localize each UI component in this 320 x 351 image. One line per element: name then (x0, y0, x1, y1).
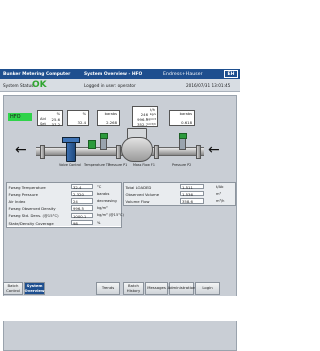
row-value: 996.5 (71, 205, 93, 211)
row-value: 358.6 (180, 198, 204, 204)
bottom-margin (0, 296, 240, 321)
nav-batch-control-button[interactable]: Batch Control (3, 282, 23, 295)
pressure-p1-unit: barabs (104, 112, 117, 116)
density-unit: kg/m3 (146, 117, 156, 122)
pressure-transmitter-icon (178, 133, 187, 139)
volumeflow-unit: m3/h (148, 122, 156, 127)
top-margin (0, 0, 240, 69)
system-status-label: System Status: (3, 83, 35, 88)
row-label: Fwseg Pressure (8, 191, 38, 197)
row-label: Observed Volume (125, 191, 160, 197)
row-unit: °C (97, 184, 102, 189)
row-unit: t/Ab (216, 184, 224, 189)
system-status-ok: OK (32, 79, 47, 90)
row-unit: barabs (97, 191, 110, 196)
row-label: Total LOADED (125, 184, 152, 190)
massflow-box: t/h 246 kg/s 996.5 kg/m3 352.7 m3/h (132, 106, 158, 127)
pressure-p2-label: Pressure P2 (172, 163, 192, 167)
flow-arrow-left-icon: ← (15, 142, 27, 158)
pipe-flange (40, 144, 45, 159)
row-unit: kg/m³ (@15°C) (97, 213, 124, 218)
brand-name: Endress+Hauser (163, 71, 203, 77)
valve-actuator-icon (62, 137, 80, 143)
volumeflow-value: 352.7 (137, 122, 148, 127)
row-label: Fwseg Observed Density (8, 206, 56, 212)
valve-set-value: 37.2 (51, 122, 60, 127)
nav-system-overview-button[interactable]: System Overview (24, 282, 45, 295)
pressure-p2-value: 0.618 (181, 120, 192, 125)
temperature-sensor-icon (88, 140, 96, 149)
row-value: 1.536 (180, 190, 204, 197)
pressure-p2-unit: barabs (179, 112, 192, 116)
control-valve-icon (66, 140, 76, 162)
nav-administration-button[interactable]: Administration (168, 282, 195, 295)
nav-batch-history-button[interactable]: Batch History (123, 282, 144, 295)
pressure-p2-box: barabs 0.618 (169, 110, 195, 126)
nav-messages-button[interactable]: Messages (145, 282, 168, 295)
brand-logo-icon: EH (224, 70, 238, 78)
row-value: 2.320 (71, 190, 93, 197)
row-unit: decreasing (97, 198, 117, 203)
row-unit: % (97, 220, 101, 225)
bottom-navigation: Batch Control System Overview Trends Bat… (3, 282, 237, 295)
row-label: Volume Flow (125, 198, 150, 204)
mass-flowmeter-icon (121, 137, 153, 162)
row-label: Air Index (8, 198, 26, 204)
valve-box: % Aid 25.6 Set 37.2 (37, 110, 63, 127)
row-label: State/Density Coverage (8, 220, 54, 226)
valve-set-label: Set (40, 122, 46, 126)
table-row: State/Density Coverage 98 % (7, 219, 121, 227)
pressure-p1-box: barabs 2.268 (97, 110, 120, 126)
app-title: Bunker Metering Computer (3, 71, 71, 77)
valve-control-label: Valve Control (59, 163, 81, 167)
row-label: Fwseg Temperature (8, 184, 46, 190)
temperature-value: 32.4 (77, 120, 86, 125)
massflow-unit: kg/s (149, 112, 156, 117)
title-bar: Bunker Metering Computer System Overview… (0, 69, 240, 79)
row-unit: kg/m³ (97, 206, 108, 211)
row-value: 1.511 (180, 183, 204, 190)
temperature-box: % 32.4 (67, 110, 89, 126)
temperature-box-unit: % (82, 112, 86, 116)
table-row: Volume Flow 358.6 m³/h (124, 197, 235, 205)
temperature-label: Temperature T1 (84, 163, 111, 167)
row-value: 24 (71, 198, 93, 204)
pipe-flange (154, 144, 159, 159)
massflow-label: Mass Flow F1 (133, 163, 155, 167)
row-unit: m³/h (216, 198, 225, 203)
valve-aid-label: Aid (40, 117, 46, 121)
flow-arrow-left-icon: ← (208, 142, 220, 158)
datetime: 2016/07/31 13:01:45 (186, 83, 231, 88)
status-bar: System Status: OK Logged in user: operat… (0, 79, 240, 92)
fuel-tag: HFO (8, 113, 32, 121)
pressure-p1-label: Pressure P1 (108, 163, 128, 167)
view-title: System Overview - HFO (84, 71, 143, 77)
valve-box-unit: % (56, 112, 60, 116)
pipe-flange (196, 144, 201, 159)
nav-login-button[interactable]: Login (195, 282, 220, 295)
nav-trends-button[interactable]: Trends (96, 282, 120, 295)
pressure-transmitter-icon (99, 133, 108, 139)
pressure-p1-value: 2.268 (106, 120, 117, 125)
totals-table: Total LOADED 1.511 t/Ab Observed Volume … (123, 182, 236, 206)
logged-in-user: Logged in user: operator (84, 83, 136, 88)
row-value: 1000.1 (71, 212, 93, 219)
process-values-table: Fwseg Temperature 32.4 °C Fwseg Pressure… (6, 182, 124, 228)
row-value: 32.4 (71, 183, 93, 190)
row-label: Fwseg Std. Dens. (@15°C) (8, 213, 59, 219)
row-unit: m³ (216, 191, 221, 196)
row-value: 98 (71, 219, 93, 226)
